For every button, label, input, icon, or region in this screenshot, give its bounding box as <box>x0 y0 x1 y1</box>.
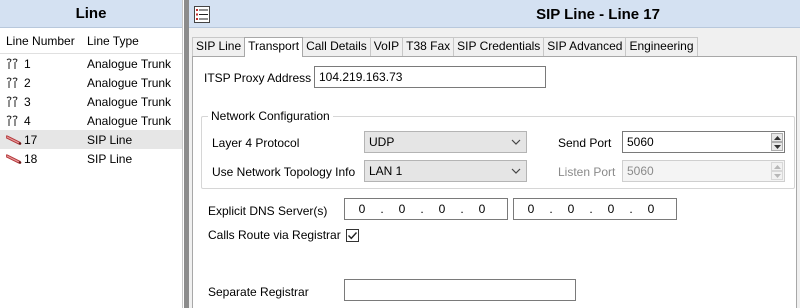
line-number-cell: 4 <box>0 114 80 128</box>
line-number: 18 <box>24 151 38 166</box>
ip-octet[interactable]: 0 <box>385 202 419 216</box>
line-list-row[interactable]: 17 SIP Line <box>0 130 182 149</box>
itsp-proxy-input[interactable]: 104.219.163.73 <box>314 66 546 88</box>
layer4-protocol-select[interactable]: UDP <box>364 131 527 153</box>
line-type: SIP Line <box>87 132 133 147</box>
line-type: Analogue Trunk <box>87 56 172 71</box>
separate-registrar-input[interactable] <box>344 279 576 301</box>
calls-route-registrar-checkbox[interactable] <box>346 229 359 242</box>
line-number: 2 <box>24 75 31 90</box>
list-header: Line Number Line Type <box>0 28 182 54</box>
itsp-proxy-label: ITSP Proxy Address <box>204 71 312 85</box>
tab-t38-fax[interactable]: T38 Fax <box>402 37 455 56</box>
tab-engineering[interactable]: Engineering <box>625 37 698 56</box>
panel-title: Line <box>0 0 182 28</box>
transport-tab-content: ITSP Proxy Address 104.219.163.73 Networ… <box>192 56 797 308</box>
line-number: 4 <box>24 113 31 128</box>
tab-call-details[interactable]: Call Details <box>302 37 371 56</box>
network-config-title: Network Configuration <box>208 109 333 123</box>
line-list-row[interactable]: 2 Analogue Trunk <box>0 73 182 92</box>
spin-up-button[interactable] <box>771 133 783 142</box>
arrow-down-icon <box>774 145 781 149</box>
send-port-value: 5060 <box>627 135 654 149</box>
line-number: 3 <box>24 94 31 109</box>
listen-port-value: 5060 <box>627 164 654 178</box>
line-list-row[interactable]: 18 SIP Line <box>0 149 182 168</box>
ip-octet[interactable]: 0 <box>634 202 668 216</box>
network-topology-label: Use Network Topology Info <box>212 165 356 179</box>
line-list-row[interactable]: 4 Analogue Trunk <box>0 111 182 130</box>
tab-transport[interactable]: Transport <box>244 37 304 57</box>
sip-line-icon <box>5 134 22 146</box>
line-number: 17 <box>24 132 38 147</box>
analogue-trunk-icon <box>6 58 22 70</box>
tab-sip-advanced[interactable]: SIP Advanced <box>543 37 627 56</box>
ip-octet[interactable]: 0 <box>554 202 588 216</box>
dns-servers-label: Explicit DNS Server(s) <box>208 204 328 218</box>
arrow-down-icon <box>774 174 781 178</box>
layer4-protocol-value: UDP <box>369 135 395 149</box>
line-type: Analogue Trunk <box>87 113 172 128</box>
line-number-cell: 1 <box>0 57 80 71</box>
column-header-line-type[interactable]: Line Type <box>80 28 139 53</box>
line-list-row[interactable]: 1 Analogue Trunk <box>0 54 182 73</box>
dns-server-2-input[interactable]: 0. 0. 0. 0 <box>513 198 677 220</box>
line-list-row[interactable]: 3 Analogue Trunk <box>0 92 182 111</box>
analogue-trunk-icon <box>6 77 22 89</box>
arrow-up-icon <box>774 136 781 140</box>
line-number-cell: 2 <box>0 76 80 90</box>
chevron-down-icon <box>511 139 521 145</box>
tab-bar: SIP Line Transport Call Details VoIP T38 Fax… <box>192 37 698 57</box>
separate-registrar-label: Separate Registrar <box>208 285 309 299</box>
column-header-line-number[interactable]: Line Number <box>0 28 80 53</box>
line-type: Analogue Trunk <box>87 75 172 90</box>
dns-server-1-input[interactable]: 0. 0. 0. 0 <box>344 198 508 220</box>
ip-octet[interactable]: 0 <box>465 202 499 216</box>
line-details-panel: SIP Line - Line 17 SIP Line Transport Call… <box>189 0 800 308</box>
calls-route-registrar-label: Calls Route via Registrar <box>208 228 341 242</box>
listen-port-label: Listen Port <box>558 165 616 179</box>
ip-octet[interactable]: 0 <box>514 202 548 216</box>
line-number: 1 <box>24 56 31 71</box>
checkmark-icon <box>348 232 358 240</box>
page-title: SIP Line - Line 17 <box>536 6 660 23</box>
line-list: 1 Analogue Trunk 2 Analogue Trunk 3 Analogue … <box>0 54 182 168</box>
menu-list-icon[interactable] <box>194 6 210 23</box>
analogue-trunk-icon <box>6 115 22 127</box>
sip-line-icon <box>5 153 22 165</box>
analogue-trunk-icon <box>6 96 22 108</box>
tab-sip-line[interactable]: SIP Line <box>192 37 246 56</box>
line-type: Analogue Trunk <box>87 94 172 109</box>
network-topology-value: LAN 1 <box>369 164 403 178</box>
arrow-up-icon <box>774 165 781 169</box>
chevron-down-icon <box>511 168 521 174</box>
spin-down-button <box>771 171 783 180</box>
send-port-label: Send Port <box>558 136 612 150</box>
spin-up-button <box>771 162 783 171</box>
line-type: SIP Line <box>87 151 133 166</box>
details-title-bar: SIP Line - Line 17 <box>189 0 800 28</box>
spin-down-button[interactable] <box>771 142 783 151</box>
listen-port-stepper: 5060 <box>622 160 785 182</box>
line-number-cell: 18 <box>0 152 80 166</box>
tab-voip[interactable]: VoIP <box>369 37 404 56</box>
layer4-protocol-label: Layer 4 Protocol <box>212 136 300 150</box>
line-number-cell: 3 <box>0 95 80 109</box>
ip-octet[interactable]: 0 <box>345 202 379 216</box>
send-port-stepper[interactable]: 5060 <box>622 131 785 153</box>
tab-sip-credentials[interactable]: SIP Credentials <box>453 37 545 56</box>
line-number-cell: 17 <box>0 133 80 147</box>
ip-octet[interactable]: 0 <box>594 202 628 216</box>
ip-octet[interactable]: 0 <box>425 202 459 216</box>
line-list-panel: Line Line Number Line Type 1 Analogue Tru… <box>0 0 183 308</box>
network-topology-select[interactable]: LAN 1 <box>364 160 527 182</box>
